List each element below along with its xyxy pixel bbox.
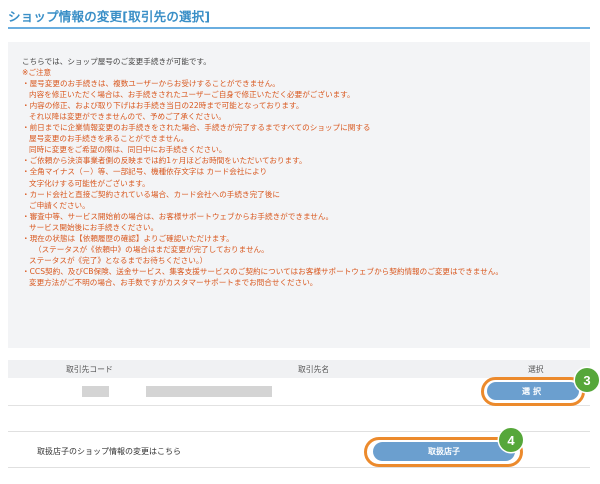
- title-divider: [8, 27, 590, 29]
- notice-line: ・ご依頼から決済事業者側の反映までは約1ヶ月ほどお時間をいただいております。: [22, 156, 307, 166]
- select-button[interactable]: 選択: [487, 382, 579, 400]
- store-button[interactable]: 取扱店子: [373, 442, 515, 461]
- notice-line: 文字化けする可能性がございます。: [29, 178, 150, 188]
- table-header: 取引先コード 取引先名 選択: [8, 360, 590, 378]
- store-divider-bottom: [8, 467, 590, 468]
- step-badge-4: 4: [499, 428, 523, 452]
- notice-line: 内容を修正いただく場合は、お手続きされたユーザーご自身で修正いただく必要がござい…: [29, 90, 355, 100]
- page-title: ショップ情報の変更[取引先の選択]: [8, 9, 211, 24]
- notice-line: （ステータスが《依頼中》の場合はまだ変更が完了しておりません。: [34, 244, 269, 254]
- notice-line: ・審査中等、サービス開始前の場合は、お客様サポートウェブからお手続きができません…: [22, 211, 334, 221]
- notice-lines: ・屋号変更のお手続きは、複数ユーザーからお受けすることができません。 内容を修正い…: [22, 78, 580, 288]
- store-label: 取扱店子のショップ情報の変更はこちら: [37, 447, 181, 456]
- notice-line: ・カード会社と直接ご契約されている場合、カード会社への手続き完了後に: [22, 189, 280, 199]
- notice-line: ・CCS契約、及びCB保険、送金サービス、集客支援サービスのご契約についてはお客…: [22, 266, 503, 276]
- notice-line: ・現在の状態は【依頼履歴の確認】よりご確認いただけます。: [22, 233, 234, 243]
- header-name: 取引先名: [298, 365, 330, 374]
- notice-line: ・前日までに企業情報変更のお手続きをされた場合、手続きが完了するまですべてのショ…: [22, 123, 371, 133]
- notice-intro: こちらでは、ショップ屋号のご変更手続きが可能です。: [22, 57, 211, 66]
- notice-line: サービス開始後にお手続きください。: [29, 222, 159, 232]
- notice-line: ・内容の修正、および取り下げはお手続き当日の22時まで可能となっております。: [22, 101, 304, 111]
- notice-caution-heading: ※ご注意: [22, 68, 52, 78]
- notice-line: ステータスが《完了》となるまでお待ちください。）: [29, 255, 208, 265]
- notice-line: 屋号変更のお手続きを承ることができません。: [29, 134, 189, 144]
- step-badge-3: 3: [575, 368, 599, 392]
- redacted-code: [82, 386, 109, 397]
- notice-box: こちらでは、ショップ屋号のご変更手続きが可能です。 ※ご注意 ・屋号変更のお手続…: [8, 42, 590, 348]
- header-code: 取引先コード: [66, 365, 113, 374]
- notice-line: ご申請ください。: [29, 200, 90, 210]
- header-select: 選択: [528, 365, 544, 374]
- notice-line: 変更方法がご不明の場合、お手数ですがカスタマーサポートまでお問合せください。: [29, 277, 318, 287]
- notice-line: ・屋号変更のお手続きは、複数ユーザーからお受けすることができません。: [22, 79, 280, 89]
- redacted-name: [146, 386, 272, 397]
- notice-line: ・全角マイナス（－）等、一部記号、機種依存文字は カード会社により: [22, 167, 268, 177]
- notice-line: それ以降は変更ができませんので、予めご了承ください。: [29, 112, 226, 122]
- notice-line: 同時に変更をご希望の際は、同日中にお手続きください。: [29, 145, 227, 155]
